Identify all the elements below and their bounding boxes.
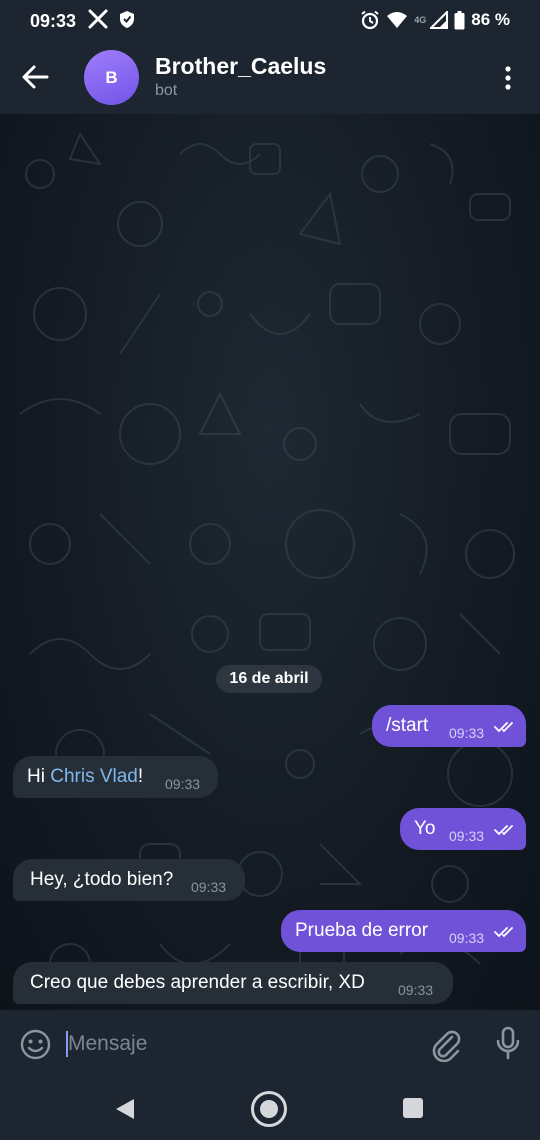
status-time: 09:33 — [30, 11, 77, 31]
chat-header: B Brother_Caelus bot — [0, 40, 540, 114]
alarm-icon — [361, 10, 379, 30]
chat-subtitle: bot — [155, 82, 178, 99]
avatar[interactable]: B — [84, 50, 139, 105]
shield-icon — [120, 11, 134, 28]
system-nav-bar — [0, 1077, 540, 1140]
date-separator: 16 de abril — [216, 665, 322, 693]
message-input[interactable]: Mensaje — [68, 1032, 147, 1056]
network-type: 4G — [414, 15, 427, 25]
back-arrow-icon[interactable] — [20, 62, 50, 92]
emoji-icon[interactable] — [20, 1029, 51, 1060]
chat-title[interactable]: Brother_Caelus — [155, 53, 326, 80]
battery-percent: 86 % — [471, 10, 510, 29]
message-time: 09:33 — [165, 776, 201, 792]
message-text: Yo — [414, 818, 436, 839]
more-vert-icon[interactable] — [496, 64, 520, 92]
signal-icon — [430, 11, 449, 29]
message-time: 09:33 — [191, 879, 227, 895]
status-bar: 09:33 4G 86 % — [0, 0, 540, 40]
chat-area[interactable]: 16 de abril /start 09:33 Hi Chris Vlad! … — [0, 114, 540, 1010]
message-bubble-incoming[interactable]: Creo que debes aprender a escribir, XD 0… — [13, 962, 453, 1004]
read-ticks-icon — [494, 927, 513, 938]
battery-icon — [454, 10, 465, 29]
read-ticks-icon — [494, 722, 513, 733]
message-bubble-incoming[interactable]: Hi Chris Vlad! 09:33 — [13, 756, 218, 798]
message-composer: Mensaje — [0, 1010, 540, 1077]
attach-icon[interactable] — [430, 1028, 462, 1062]
message-text: /start — [386, 715, 429, 736]
x-icon — [88, 9, 108, 29]
message-bubble-incoming[interactable]: Hey, ¿todo bien? 09:33 — [13, 859, 245, 901]
message-text: Creo que debes aprender a escribir, XD — [30, 972, 365, 993]
nav-back-icon[interactable] — [114, 1097, 136, 1121]
nav-home-icon[interactable] — [250, 1090, 288, 1128]
message-bubble-outgoing[interactable]: Prueba de error 09:33 — [281, 910, 526, 952]
nav-recents-icon[interactable] — [403, 1098, 423, 1118]
message-text: Hi Chris Vlad! — [27, 766, 144, 787]
message-text: Hey, ¿todo bien? — [30, 869, 174, 890]
message-text: Prueba de error — [295, 920, 429, 941]
message-time: 09:33 — [398, 982, 434, 998]
mic-icon[interactable] — [496, 1026, 520, 1060]
message-time: 09:33 — [449, 930, 485, 946]
message-time: 09:33 — [449, 828, 485, 844]
message-bubble-outgoing[interactable]: Yo 09:33 — [400, 808, 526, 850]
status-right: 4G 86 % — [360, 10, 510, 30]
read-ticks-icon — [494, 825, 513, 836]
wifi-icon — [387, 12, 408, 28]
message-time: 09:33 — [449, 725, 485, 741]
user-mention-link[interactable]: Chris Vlad — [50, 766, 138, 787]
message-bubble-outgoing[interactable]: /start 09:33 — [372, 705, 526, 747]
